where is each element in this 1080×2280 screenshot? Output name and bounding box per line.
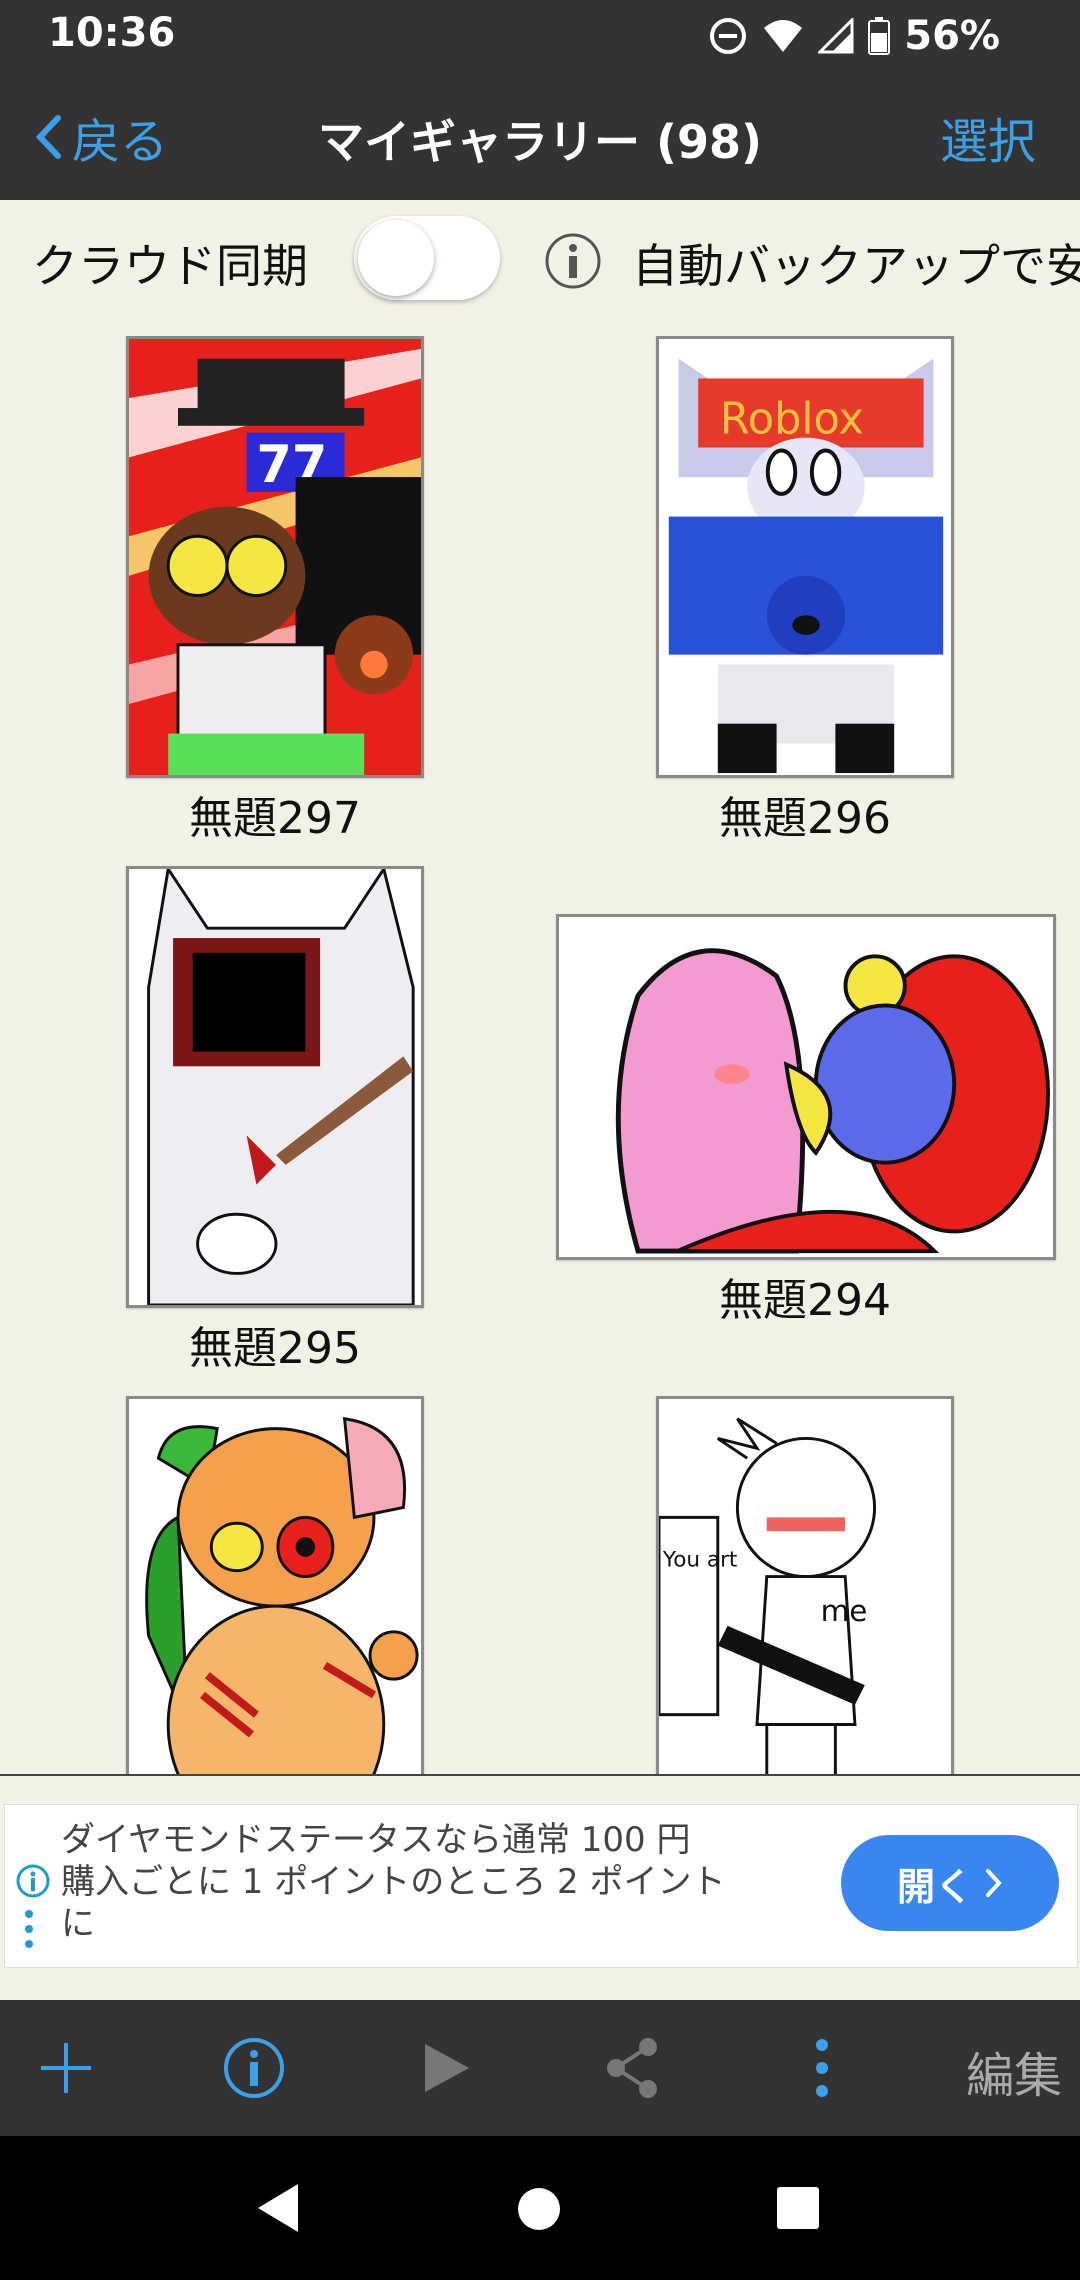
toggle-knob <box>358 220 434 296</box>
add-button[interactable] <box>30 2030 102 2106</box>
artwork-image <box>559 917 1053 1257</box>
gallery-item[interactable]: 無題295 <box>0 848 540 1378</box>
play-button[interactable] <box>410 2030 482 2106</box>
auto-backup-text: 自動バックアップで安 <box>632 239 1080 293</box>
more-options-button[interactable] <box>786 2030 858 2106</box>
battery-percent: 56% <box>904 13 1000 59</box>
artwork-roblox-text: Roblox <box>720 395 864 445</box>
artwork-title: 無題294 <box>719 1275 891 1326</box>
artwork-thumbnail[interactable]: Roblox <box>656 336 954 778</box>
artwork-you-art-text: You art <box>662 1548 737 1573</box>
ad-line-2: 購入ごとに 1 ポイントのところ 2 ポイント <box>61 1862 726 1902</box>
battery-icon <box>868 17 891 55</box>
artwork-thumbnail[interactable]: 77 <box>126 336 424 778</box>
gallery-grid: 77 無題297 Roblox 無題296 無題295 無題294 You ar… <box>0 318 1080 1774</box>
system-navigation-bar <box>0 2136 1080 2280</box>
gallery-item[interactable]: 77 無題297 <box>0 318 540 848</box>
status-time: 10:36 <box>48 10 176 56</box>
ad-line-3: に <box>61 1904 95 1944</box>
artwork-thumbnail[interactable] <box>126 866 424 1308</box>
do-not-disturb-icon <box>710 18 747 54</box>
back-nav-icon[interactable] <box>254 2182 302 2234</box>
info-icon <box>224 2038 284 2098</box>
artwork-title: 無題296 <box>719 793 891 844</box>
more-vertical-icon <box>816 2039 828 2097</box>
ad-banner[interactable]: ダイヤモンドステータスなら通常 100 円 購入ごとに 1 ポイントのところ 2… <box>4 1804 1078 1968</box>
artwork-title: 無題297 <box>189 793 361 844</box>
gallery-item[interactable]: Roblox 無題296 <box>540 318 1080 848</box>
ad-more-icon[interactable] <box>23 1909 35 1949</box>
status-bar: 10:36 56% <box>0 0 1080 72</box>
info-icon[interactable] <box>544 232 602 290</box>
wifi-icon <box>764 20 803 52</box>
play-icon <box>425 2044 469 2092</box>
share-icon <box>607 2038 657 2098</box>
cloud-sync-row: クラウド同期 自動バックアップで安 <box>0 200 1080 318</box>
plus-icon <box>41 2043 91 2093</box>
home-nav-icon[interactable] <box>516 2186 562 2232</box>
artwork-image <box>129 1399 421 1774</box>
artwork-thumbnail[interactable] <box>126 1396 424 1774</box>
gallery-item[interactable] <box>0 1378 540 1774</box>
cloud-sync-toggle[interactable] <box>354 216 500 300</box>
page-title: マイギャラリー (98) <box>317 115 763 169</box>
artwork-me-text: me <box>821 1594 868 1628</box>
bottom-toolbar: 編集 <box>0 2000 1080 2136</box>
gallery-item[interactable]: You art me <box>540 1378 1080 1774</box>
ad-area: ダイヤモンドステータスなら通常 100 円 購入ごとに 1 ポイントのところ 2… <box>0 1774 1080 2002</box>
artwork-thumbnail[interactable]: You art me <box>656 1396 954 1774</box>
share-button[interactable] <box>596 2030 668 2106</box>
ad-line-1: ダイヤモンドステータスなら通常 100 円 <box>61 1820 691 1860</box>
ad-open-button[interactable]: 開く <box>841 1835 1059 1931</box>
artwork-image: Roblox <box>659 339 951 775</box>
gallery-item[interactable]: 無題294 <box>540 848 1080 1378</box>
cell-signal-icon <box>818 18 854 54</box>
status-icons: 56% <box>708 10 1000 62</box>
cloud-sync-label: クラウド同期 <box>32 239 308 293</box>
info-button[interactable] <box>218 2030 290 2106</box>
ad-text: ダイヤモンドステータスなら通常 100 円 購入ごとに 1 ポイントのところ 2… <box>61 1819 801 1945</box>
chevron-right-icon <box>986 1869 1002 1897</box>
artwork-thumbnail[interactable] <box>556 914 1056 1260</box>
navigation-bar: 戻る マイギャラリー (98) 選択 <box>0 72 1080 200</box>
ad-open-label: 開く <box>896 1864 973 1909</box>
recents-nav-icon[interactable] <box>776 2186 820 2230</box>
artwork-image: 77 <box>129 339 421 775</box>
select-button[interactable]: 選択 <box>940 102 1036 172</box>
ad-info-icon[interactable] <box>15 1863 51 1899</box>
artwork-image: You art me <box>659 1399 951 1774</box>
artwork-title: 無題295 <box>189 1323 361 1374</box>
edit-button[interactable]: 編集 <box>966 2036 1062 2106</box>
artwork-image <box>129 869 421 1305</box>
